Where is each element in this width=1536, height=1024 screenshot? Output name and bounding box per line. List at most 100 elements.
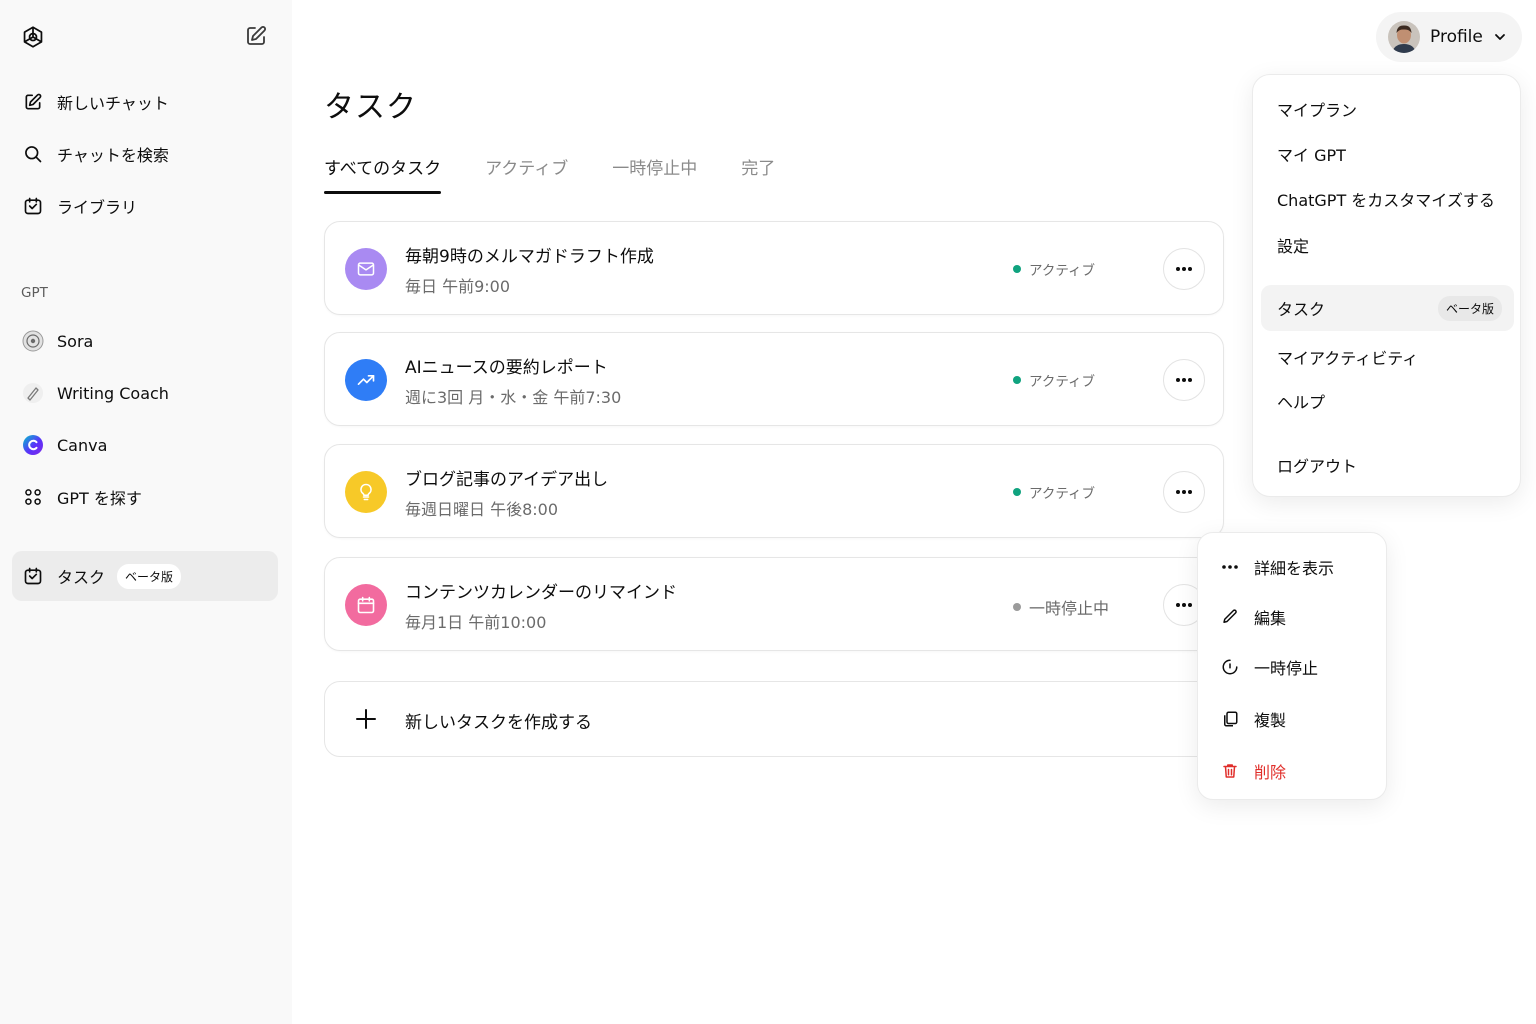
menu-item-label: タスク	[1277, 300, 1326, 319]
sidebar-item-explore-gpts[interactable]: GPT を探す	[12, 475, 278, 519]
ctx-pause[interactable]: 一時停止	[1206, 646, 1380, 688]
sidebar-item-label: Writing Coach	[57, 383, 169, 403]
tasks-icon	[22, 565, 44, 587]
sidebar-item-canva[interactable]: Canva	[12, 423, 278, 467]
status-badge: 一時停止中	[1013, 595, 1109, 619]
ctx-label: 削除	[1254, 763, 1287, 782]
lightbulb-icon	[356, 482, 376, 502]
duplicate-icon	[1220, 709, 1240, 729]
more-icon	[1175, 602, 1193, 608]
more-icon	[1175, 377, 1193, 383]
profile-name: Profile	[1430, 27, 1483, 47]
task-more-button[interactable]	[1163, 359, 1205, 401]
status-badge: アクティブ	[1013, 370, 1095, 390]
task-schedule: 毎日 午前9:00	[405, 277, 511, 296]
status-dot	[1013, 265, 1021, 273]
trash-icon	[1220, 761, 1240, 781]
status-label: 一時停止中	[1029, 599, 1110, 618]
search-icon	[22, 143, 44, 165]
status-label: アクティブ	[1029, 486, 1096, 502]
sidebar-item-sora[interactable]: Sora	[12, 319, 278, 363]
beta-badge: ベータ版	[117, 563, 182, 589]
status-dot	[1013, 376, 1021, 384]
ctx-delete[interactable]: 削除	[1206, 750, 1380, 792]
trend-icon	[356, 370, 376, 390]
pause-icon	[1220, 657, 1240, 677]
menu-item-logout[interactable]: ログアウト	[1261, 442, 1514, 488]
sidebar-item-label: タスク	[57, 568, 106, 587]
plus-icon	[355, 708, 377, 730]
more-icon	[1175, 266, 1193, 272]
more-icon	[1220, 557, 1240, 577]
task-icon-wrap	[345, 471, 387, 513]
menu-item-help[interactable]: ヘルプ	[1261, 378, 1514, 424]
task-schedule: 毎週日曜日 午後8:00	[405, 500, 559, 519]
sidebar-item-new-chat[interactable]: 新しいチャット	[12, 80, 278, 124]
openai-logo-icon[interactable]	[20, 24, 46, 50]
canva-icon	[22, 434, 44, 456]
task-more-button[interactable]	[1163, 248, 1205, 290]
ctx-view-details[interactable]: 詳細を表示	[1206, 546, 1380, 588]
compose-icon[interactable]	[244, 24, 268, 48]
task-more-button[interactable]	[1163, 471, 1205, 513]
mail-icon	[356, 259, 376, 279]
task-title: コンテンツカレンダーのリマインド	[405, 583, 677, 603]
profile-button[interactable]: Profile	[1376, 12, 1522, 62]
sidebar-item-library[interactable]: ライブラリ	[12, 184, 278, 228]
more-icon	[1175, 489, 1193, 495]
grid-icon	[22, 486, 44, 508]
status-dot	[1013, 488, 1021, 496]
library-icon	[22, 195, 44, 217]
ctx-label: 編集	[1254, 609, 1287, 628]
tab-paused[interactable]: 一時停止中	[612, 156, 697, 194]
task-card[interactable]: AIニュースの要約レポート 週に3回 月・水・金 午前7:30 アクティブ	[324, 332, 1224, 426]
create-task-button[interactable]: 新しいタスクを作成する	[324, 681, 1224, 757]
task-icon-wrap	[345, 248, 387, 290]
menu-item-tasks[interactable]: タスク ベータ版	[1261, 285, 1514, 331]
avatar	[1388, 21, 1420, 53]
sidebar-section-label: GPT	[21, 285, 48, 301]
menu-item-customize-chatgpt[interactable]: ChatGPT をカスタマイズする	[1261, 176, 1514, 222]
sora-icon	[22, 330, 44, 352]
menu-item-my-gpts[interactable]: マイ GPT	[1261, 131, 1514, 177]
task-schedule: 毎月1日 午前10:00	[405, 613, 547, 632]
ctx-duplicate[interactable]: 複製	[1206, 698, 1380, 740]
sidebar-item-tasks[interactable]: タスク ベータ版	[12, 551, 278, 601]
chevron-down-icon	[1493, 30, 1507, 44]
sidebar-item-label: Canva	[57, 435, 108, 455]
status-badge: アクティブ	[1013, 259, 1095, 279]
tab-active[interactable]: アクティブ	[485, 156, 568, 194]
sidebar-item-search-chats[interactable]: チャットを検索	[12, 132, 278, 176]
sidebar-item-writing-coach[interactable]: Writing Coach	[12, 371, 278, 415]
create-task-label: 新しいタスクを作成する	[405, 713, 592, 733]
task-card[interactable]: コンテンツカレンダーのリマインド 毎月1日 午前10:00 一時停止中	[324, 557, 1224, 651]
beta-badge: ベータ版	[1437, 295, 1502, 321]
task-icon-wrap	[345, 359, 387, 401]
task-card[interactable]: 毎朝9時のメルマガドラフト作成 毎日 午前9:00 アクティブ	[324, 221, 1224, 315]
ctx-label: 詳細を表示	[1254, 559, 1335, 578]
menu-item-settings[interactable]: 設定	[1261, 222, 1514, 268]
task-title: AIニュースの要約レポート	[405, 358, 608, 378]
calendar-icon	[356, 595, 376, 615]
menu-item-my-activity[interactable]: マイアクティビティ	[1261, 334, 1514, 380]
sidebar-item-label: チャットを検索	[57, 146, 169, 165]
sidebar-item-label: 新しいチャット	[57, 94, 169, 113]
new-chat-icon	[22, 91, 44, 113]
menu-item-my-plan[interactable]: マイプラン	[1261, 86, 1514, 132]
status-label: アクティブ	[1029, 374, 1096, 390]
sidebar-item-label: ライブラリ	[57, 198, 138, 217]
sidebar-item-label: Sora	[57, 331, 94, 351]
profile-menu: マイプラン マイ GPT ChatGPT をカスタマイズする 設定 タスク ベー…	[1252, 74, 1521, 497]
tab-all-tasks[interactable]: すべてのタスク	[324, 156, 442, 194]
ctx-edit[interactable]: 編集	[1206, 596, 1380, 638]
tab-completed[interactable]: 完了	[741, 156, 775, 194]
writing-coach-icon	[22, 382, 44, 404]
status-badge: アクティブ	[1013, 482, 1095, 502]
sidebar-item-label: GPT を探す	[57, 489, 142, 508]
ctx-label: 一時停止	[1254, 659, 1319, 678]
task-card[interactable]: ブログ記事のアイデア出し 毎週日曜日 午後8:00 アクティブ	[324, 444, 1224, 538]
page-title: タスク	[324, 90, 417, 125]
task-icon-wrap	[345, 584, 387, 626]
task-schedule: 週に3回 月・水・金 午前7:30	[405, 388, 622, 407]
task-title: ブログ記事のアイデア出し	[405, 470, 609, 490]
